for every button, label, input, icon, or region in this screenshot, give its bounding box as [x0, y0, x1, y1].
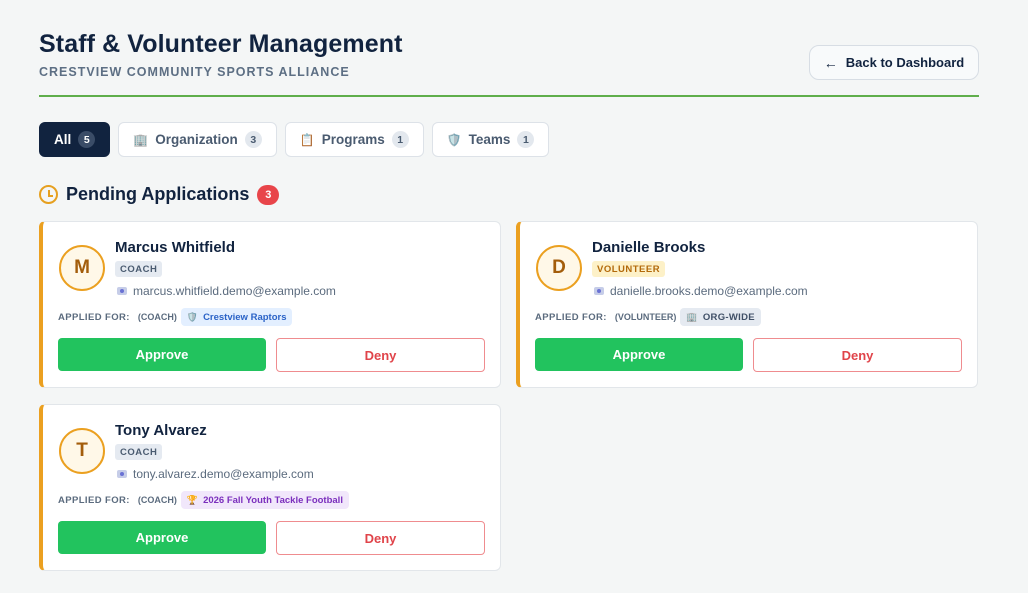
tab-label: All — [54, 132, 72, 147]
back-to-dashboard-button[interactable]: ← Back to Dashboard — [809, 45, 979, 80]
applied-for-label: APPLIED FOR: — [535, 311, 607, 323]
tab-teams[interactable]: 🛡️ Teams 1 — [431, 122, 550, 157]
tab-label: Programs — [321, 132, 385, 147]
email-icon — [594, 287, 604, 295]
application-card: T Tony Alvarez COACH tony.alvarez.demo@e… — [39, 404, 501, 571]
applicant-email: marcus.whitfield.demo@example.com — [117, 284, 336, 298]
applied-for: APPLIED FOR: (VOLUNTEER) 🏢 ORG-WIDE — [535, 308, 761, 326]
pending-count-badge: 3 — [257, 184, 280, 205]
target-label: Crestview Raptors — [203, 311, 287, 323]
clock-icon — [39, 185, 58, 204]
email-text: marcus.whitfield.demo@example.com — [133, 284, 336, 298]
pending-applications-heading: Pending Applications 3 — [39, 184, 280, 205]
applicant-name: Tony Alvarez — [115, 422, 207, 439]
applied-role: (COACH) — [137, 495, 177, 505]
target-label: 2026 Fall Youth Tackle Football — [203, 494, 343, 506]
avatar: M — [59, 245, 105, 291]
approve-button[interactable]: Approve — [58, 521, 266, 554]
approve-button[interactable]: Approve — [535, 338, 743, 371]
clipboard-icon: 📋 — [299, 132, 315, 147]
applied-role: (COACH) — [137, 312, 177, 322]
back-to-dashboard-label: Back to Dashboard — [845, 55, 965, 70]
applicant-name: Danielle Brooks — [592, 239, 706, 256]
email-text: tony.alvarez.demo@example.com — [133, 467, 314, 481]
tab-count: 1 — [517, 131, 535, 148]
filter-tabs: All 5 🏢 Organization 3 📋 Programs 1 🛡️ T… — [39, 122, 550, 157]
shield-icon: 🛡️ — [186, 311, 199, 322]
deny-button[interactable]: Deny — [753, 338, 962, 372]
shield-icon: 🛡️ — [446, 132, 462, 147]
avatar: D — [536, 245, 582, 291]
role-badge: COACH — [115, 261, 163, 277]
role-badge: COACH — [115, 444, 163, 460]
building-icon: 🏢 — [133, 132, 149, 147]
deny-button[interactable]: Deny — [276, 521, 485, 555]
tab-count: 5 — [78, 131, 96, 148]
tab-count: 1 — [391, 131, 409, 148]
tab-organization[interactable]: 🏢 Organization 3 — [118, 122, 277, 157]
trophy-icon: 🏆 — [186, 494, 199, 505]
target-chip: 🛡️ Crestview Raptors — [180, 308, 293, 326]
applied-for-label: APPLIED FOR: — [58, 311, 130, 323]
target-label: ORG-WIDE — [702, 311, 755, 323]
applied-for: APPLIED FOR: (COACH) 🏆 2026 Fall Youth T… — [58, 491, 349, 509]
role-badge: VOLUNTEER — [592, 261, 666, 277]
building-icon: 🏢 — [686, 311, 698, 322]
applied-for: APPLIED FOR: (COACH) 🛡️ Crestview Raptor… — [58, 308, 293, 326]
section-title: Pending Applications — [66, 184, 250, 204]
applicant-name: Marcus Whitfield — [115, 239, 236, 256]
applicant-email: tony.alvarez.demo@example.com — [117, 467, 314, 481]
tab-label: Teams — [468, 132, 511, 147]
arrow-left-icon: ← — [823, 54, 838, 71]
applied-for-label: APPLIED FOR: — [58, 494, 130, 506]
tab-label: Organization — [155, 132, 238, 147]
tab-all[interactable]: All 5 — [39, 122, 111, 157]
target-chip: 🏢 ORG-WIDE — [680, 308, 761, 326]
tab-programs[interactable]: 📋 Programs 1 — [284, 122, 424, 157]
avatar: T — [59, 428, 105, 474]
email-text: danielle.brooks.demo@example.com — [610, 284, 808, 298]
approve-button[interactable]: Approve — [58, 338, 266, 371]
target-chip: 🏆 2026 Fall Youth Tackle Football — [180, 491, 349, 509]
email-icon — [117, 470, 127, 478]
applicant-email: danielle.brooks.demo@example.com — [594, 284, 808, 298]
deny-button[interactable]: Deny — [276, 338, 485, 372]
tab-count: 3 — [244, 131, 262, 148]
applied-role: (VOLUNTEER) — [614, 312, 677, 322]
email-icon — [117, 287, 127, 295]
application-card: M Marcus Whitfield COACH marcus.whitfiel… — [39, 221, 501, 388]
page-header: Staff & Volunteer Management CRESTVIEW C… — [39, 30, 979, 97]
application-card: D Danielle Brooks VOLUNTEER danielle.bro… — [516, 221, 978, 388]
